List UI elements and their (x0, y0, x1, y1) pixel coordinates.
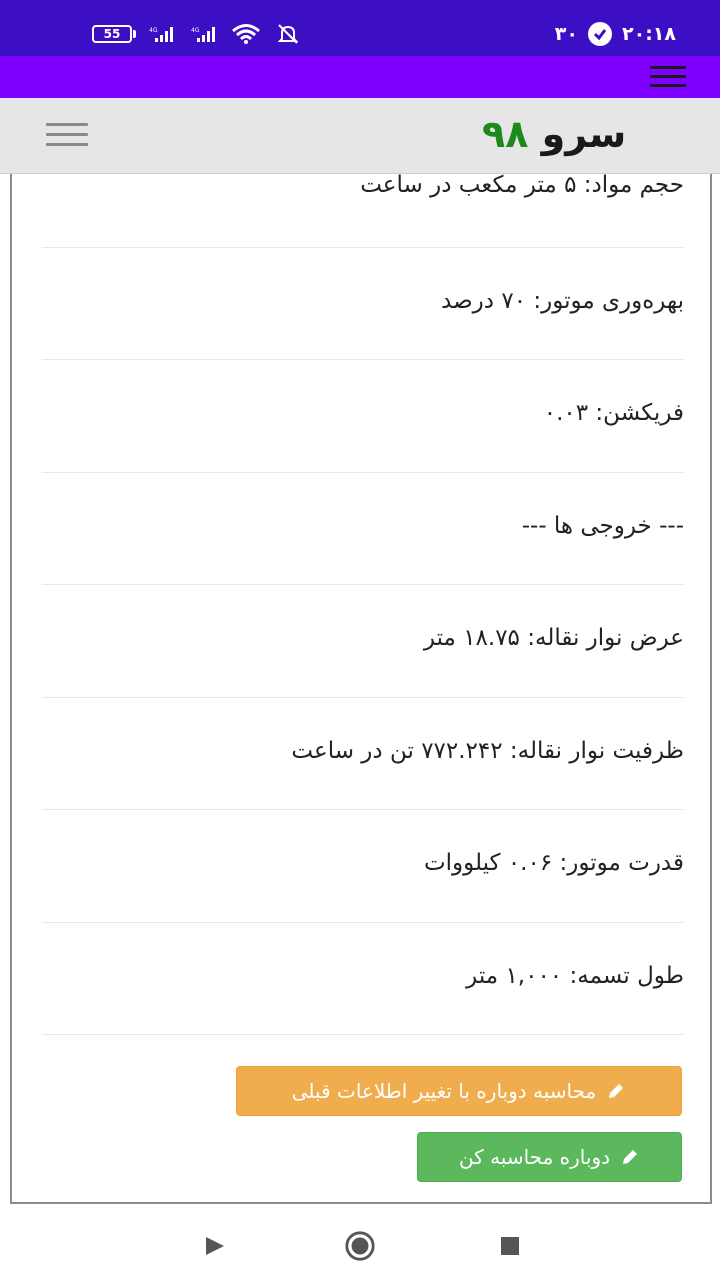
row-label: طول تسمه: ۱,۰۰۰ متر (466, 963, 684, 989)
recalculate-button[interactable]: دوباره محاسبه کن (417, 1132, 682, 1182)
result-row: قدرت موتور: ۰.۰۶ کیلووات (42, 810, 684, 923)
pencil-icon (620, 1147, 640, 1167)
back-triangle-icon[interactable] (198, 1230, 230, 1262)
result-row: طول تسمه: ۱,۰۰۰ متر (42, 923, 684, 1035)
result-row: بهره‌وری موتور: ۷۰ درصد (42, 248, 684, 360)
navigation-bar (0, 1210, 720, 1280)
mute-bell-icon (272, 22, 304, 46)
app-menu-icon[interactable] (650, 66, 686, 88)
row-label: فریکشن: ۰.۰۳ (543, 400, 684, 426)
button-label: دوباره محاسبه کن (458, 1145, 611, 1169)
signal-tag: 4G (191, 27, 200, 34)
status-right: ۳۰ ۲۰:۱۸ (555, 20, 676, 48)
home-circle-icon[interactable] (344, 1230, 376, 1262)
logo-word: سرو (541, 112, 627, 156)
check-icon (588, 22, 612, 46)
result-row: فریکشن: ۰.۰۳ (42, 360, 684, 473)
results-card: حجم مواد: ۵ متر مکعب در ساعت بهره‌وری مو… (10, 174, 712, 1204)
battery-level: 55 (92, 25, 132, 43)
button-label: محاسبه دوباره با تغییر اطلاعات قبلی (291, 1079, 597, 1103)
notification-count: ۳۰ (554, 23, 578, 45)
row-label: بهره‌وری موتور: ۷۰ درصد (441, 288, 684, 314)
result-row: حجم مواد: ۵ متر مکعب در ساعت (42, 174, 684, 248)
site-logo[interactable]: سرو ۹۸ (482, 112, 626, 156)
battery-icon: 55 (92, 25, 136, 43)
screen: 55 4G 4G ۳۰ ۲۰:۱۸ سرو ۹۸ حجم مواد: ۵ متر… (0, 0, 720, 1280)
status-left-icons: 55 4G 4G (92, 20, 304, 48)
section-divider-outputs: --- خروجی ها --- (42, 473, 684, 585)
app-bar (0, 56, 720, 98)
recents-square-icon[interactable] (494, 1230, 526, 1262)
pencil-icon (606, 1081, 626, 1101)
status-bar: 55 4G 4G ۳۰ ۲۰:۱۸ (0, 0, 720, 56)
result-row: عرض نوار نقاله: ۱۸.۷۵ متر (42, 585, 684, 698)
row-label: --- خروجی ها --- (521, 513, 684, 539)
row-label: قدرت موتور: ۰.۰۶ کیلووات (423, 850, 684, 876)
signal-tag: 4G (149, 27, 158, 34)
logo-number: ۹۸ (482, 112, 529, 156)
row-label: حجم مواد: ۵ متر مکعب در ساعت (360, 174, 684, 198)
hamburger-menu-icon[interactable] (46, 123, 88, 149)
row-label: عرض نوار نقاله: ۱۸.۷۵ متر (423, 625, 684, 651)
recalc-with-previous-button[interactable]: محاسبه دوباره با تغییر اطلاعات قبلی (236, 1066, 682, 1116)
wifi-icon (230, 22, 262, 46)
site-header: سرو ۹۸ (0, 98, 720, 174)
result-row: ظرفیت نوار نقاله: ۷۷۲.۲۴۲ تن در ساعت (42, 698, 684, 810)
row-label: ظرفیت نوار نقاله: ۷۷۲.۲۴۲ تن در ساعت (291, 738, 684, 764)
signal-icon: 4G (188, 22, 220, 46)
signal-icon: 4G (146, 22, 178, 46)
clock: ۲۰:۱۸ (622, 23, 676, 45)
